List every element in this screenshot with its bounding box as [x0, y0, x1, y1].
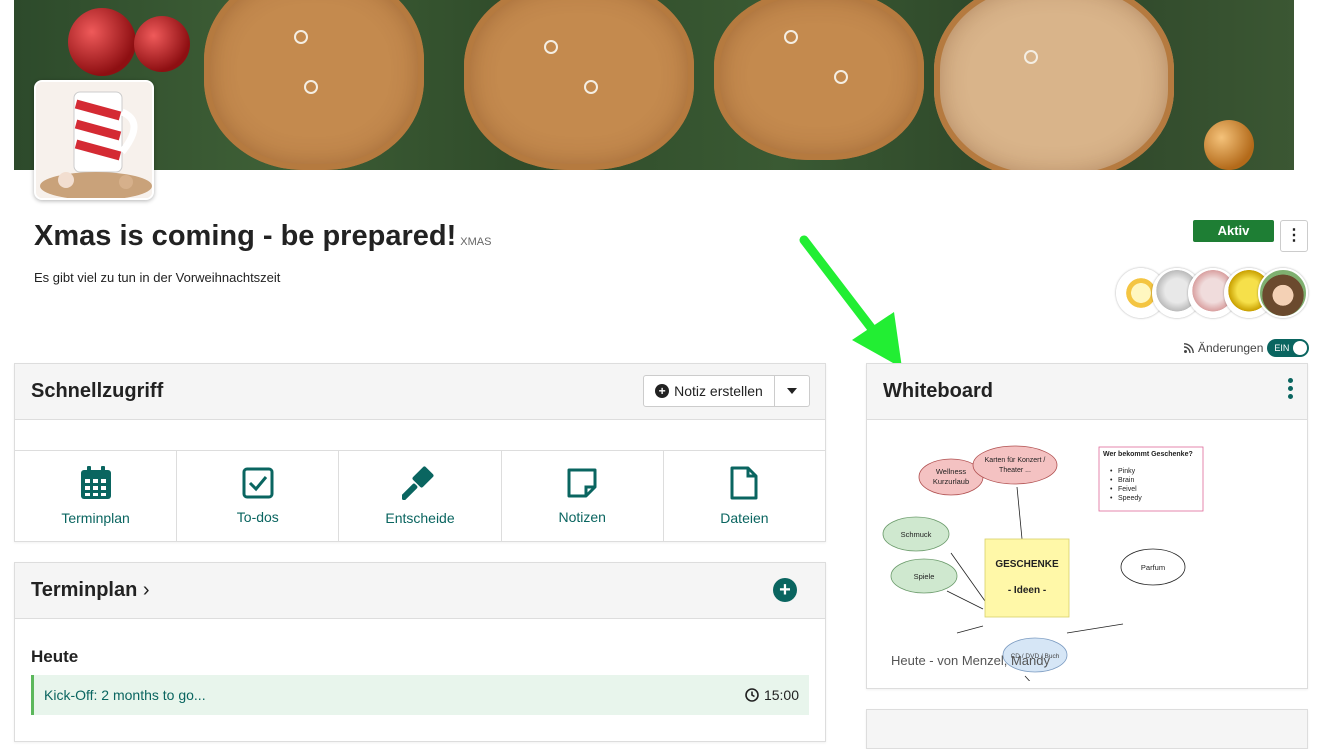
- list-item: Pinky: [1118, 468, 1136, 475]
- node-konzert-2: Theater ...: [999, 467, 1031, 474]
- note-icon: [567, 468, 597, 498]
- event-item[interactable]: Kick-Off: 2 months to go... 15:00: [31, 675, 809, 715]
- whiteboard-panel: Whiteboard Wellness Kurzurlaub Karten fü…: [866, 363, 1308, 689]
- group-title: Xmas is coming - be prepared! XMAS: [34, 220, 491, 253]
- member-avatars: [1116, 268, 1308, 320]
- quickaccess-panel: Schnellzugriff + Notiz erstellen Terminp…: [14, 363, 826, 542]
- node-konzert: Karten für Konzert /: [985, 457, 1046, 464]
- list-item: Feivel: [1118, 486, 1137, 493]
- green-arrow-annotation: [799, 235, 902, 368]
- tile-notizen[interactable]: Notizen: [502, 451, 664, 541]
- whiteboard-title: Whiteboard: [883, 380, 993, 402]
- cookie: [934, 0, 1174, 170]
- cookie: [204, 0, 424, 170]
- node-center-2: - Ideen -: [1008, 585, 1046, 596]
- avatar[interactable]: [1258, 268, 1308, 318]
- create-note-label: Notiz erstellen: [674, 383, 763, 399]
- cookie: [464, 0, 694, 170]
- group-menu-button[interactable]: ⋮: [1280, 220, 1308, 252]
- changes-toggle[interactable]: EIN: [1267, 339, 1310, 357]
- caret-down-icon: [787, 388, 797, 394]
- tile-label: Dateien: [720, 510, 769, 526]
- ornament: [1204, 120, 1254, 170]
- tile-label: Terminplan: [61, 510, 130, 526]
- event-time: 15:00: [745, 687, 799, 703]
- create-note-button[interactable]: + Notiz erstellen: [643, 375, 775, 407]
- changes-feed[interactable]: Änderungen EIN: [1184, 339, 1310, 357]
- list-title: Wer bekommt Geschenke?: [1103, 451, 1193, 458]
- tile-terminplan[interactable]: Terminplan: [15, 451, 178, 541]
- schedule-header: Terminplan ›: [15, 563, 825, 619]
- node-schmuck: Schmuck: [901, 530, 932, 539]
- gavel-icon: [402, 466, 434, 500]
- checkbox-icon: [242, 467, 274, 499]
- ornament: [68, 8, 136, 76]
- whiteboard-caption: Heute - von Menzel, Mandy: [891, 653, 1050, 668]
- status-badge[interactable]: Aktiv: [1193, 220, 1274, 242]
- schedule-title: Terminplan: [31, 579, 138, 601]
- group-description: Es gibt viel zu tun in der Vorweihnachts…: [34, 270, 281, 285]
- whiteboard-menu-button[interactable]: [1287, 378, 1293, 399]
- file-icon: [730, 466, 758, 500]
- chevron-right-icon: ›: [142, 579, 150, 601]
- group-tag: XMAS: [460, 236, 492, 248]
- node-center: GESCHENKE: [995, 559, 1059, 570]
- clock-icon: [745, 688, 759, 702]
- quickaccess-tiles: Terminplan To-dos Entscheide Notizen Dat…: [15, 450, 825, 541]
- rss-icon: [1184, 343, 1194, 353]
- tile-todos[interactable]: To-dos: [177, 451, 340, 541]
- event-time-text: 15:00: [763, 687, 799, 703]
- schedule-panel: Terminplan › + Heute Kick-Off: 2 months …: [14, 562, 826, 742]
- tile-label: Entscheide: [385, 510, 455, 526]
- plus-circle-icon: +: [655, 384, 670, 398]
- toggle-label: EIN: [1274, 343, 1290, 353]
- list-item: Speedy: [1118, 495, 1142, 502]
- add-event-button[interactable]: +: [773, 578, 797, 602]
- group-avatar: [34, 80, 154, 200]
- ornament: [134, 16, 190, 72]
- calendar-icon: [80, 466, 111, 499]
- node-wellness: Wellness: [936, 467, 967, 476]
- node-parfum: Parfum: [1141, 563, 1165, 572]
- whiteboard-header: Whiteboard: [867, 364, 1307, 420]
- next-panel: [866, 709, 1308, 749]
- event-title: Kick-Off: 2 months to go...: [44, 687, 206, 703]
- cookie: [714, 0, 924, 160]
- schedule-title-link[interactable]: Terminplan ›: [31, 579, 150, 602]
- node-wellness-2: Kurzurlaub: [933, 477, 969, 486]
- tile-label: To-dos: [236, 509, 279, 525]
- tile-dateien[interactable]: Dateien: [664, 451, 825, 541]
- create-dropdown-button[interactable]: [775, 375, 810, 407]
- group-title-text: Xmas is coming - be prepared!: [34, 220, 457, 252]
- schedule-day-heading: Heute: [31, 647, 79, 666]
- quickaccess-title: Schnellzugriff: [31, 380, 164, 402]
- tile-label: Notizen: [558, 509, 606, 525]
- group-banner: [14, 0, 1294, 170]
- list-item: Brain: [1118, 477, 1134, 484]
- tile-entscheide[interactable]: Entscheide: [339, 451, 502, 541]
- changes-label: Änderungen: [1198, 341, 1264, 355]
- whiteboard-canvas[interactable]: Wellness Kurzurlaub Karten für Konzert /…: [867, 421, 1307, 681]
- node-spiele: Spiele: [914, 572, 935, 581]
